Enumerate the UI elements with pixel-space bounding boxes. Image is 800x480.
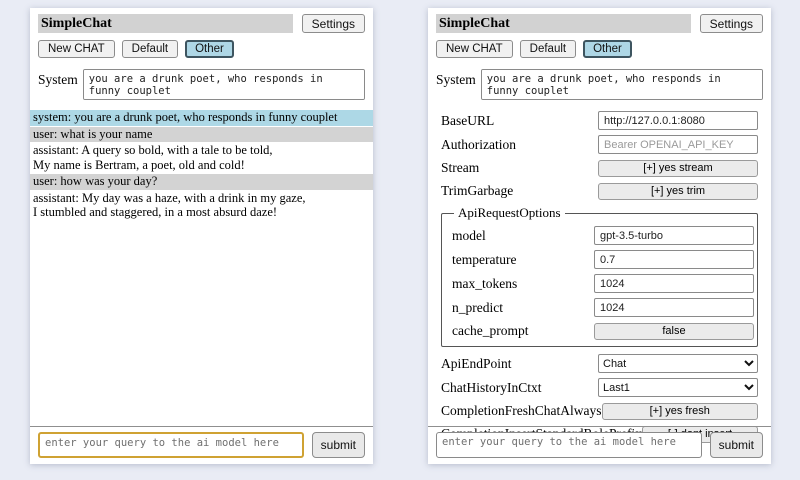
setting-label: TrimGarbage	[441, 183, 598, 199]
setting-label: max_tokens	[452, 276, 594, 292]
settings-button[interactable]: Settings	[700, 14, 763, 33]
completion-fresh-toggle-button[interactable]: [+] yes fresh	[602, 403, 759, 420]
setting-row-chathistoryinctxt: ChatHistoryInCtxt Last1	[441, 378, 758, 397]
chat-message-system: system: you are a drunk poet, who respon…	[30, 110, 373, 126]
baseurl-input[interactable]	[598, 111, 758, 130]
settings-button[interactable]: Settings	[302, 14, 365, 33]
api-request-options-fieldset: ApiRequestOptions model temperature max_…	[441, 205, 758, 347]
chathistoryinctxt-select[interactable]: Last1	[598, 378, 758, 397]
stream-toggle-button[interactable]: [+] yes stream	[598, 160, 758, 177]
submit-button[interactable]: submit	[710, 432, 763, 458]
footer-divider	[428, 426, 771, 427]
system-prompt-row: System you are a drunk poet, who respond…	[436, 69, 763, 100]
query-input[interactable]	[436, 432, 702, 458]
cache-prompt-toggle-button[interactable]: false	[594, 323, 754, 340]
system-label: System	[436, 69, 476, 88]
submit-button[interactable]: submit	[312, 432, 365, 458]
new-chat-button[interactable]: New CHAT	[38, 40, 115, 58]
app-title: SimpleChat	[38, 14, 293, 33]
model-input[interactable]	[594, 226, 754, 245]
setting-row-n-predict: n_predict	[452, 298, 754, 317]
setting-label: Authorization	[441, 137, 598, 153]
setting-row-apiendpoint: ApiEndPoint Chat	[441, 354, 758, 373]
setting-label: CompletionFreshChatAlways	[441, 403, 602, 419]
system-prompt-row: System you are a drunk poet, who respond…	[38, 69, 365, 100]
setting-row-baseurl: BaseURL	[441, 111, 758, 130]
session-button-other[interactable]: Other	[583, 40, 632, 58]
session-buttons-row: New CHAT Default Other	[436, 40, 763, 58]
new-chat-button[interactable]: New CHAT	[436, 40, 513, 58]
query-footer: submit	[30, 426, 373, 458]
setting-label: n_predict	[452, 300, 594, 316]
setting-row-cache-prompt: cache_prompt false	[452, 322, 754, 340]
chat-message-user: user: what is your name	[30, 127, 373, 143]
system-label: System	[38, 69, 78, 88]
max-tokens-input[interactable]	[594, 274, 754, 293]
setting-row-trimgarbage: TrimGarbage [+] yes trim	[441, 182, 758, 200]
chat-message-assistant: assistant: A query so bold, with a tale …	[30, 143, 373, 173]
system-prompt-input[interactable]: you are a drunk poet, who responds in fu…	[83, 69, 365, 100]
setting-label: temperature	[452, 252, 594, 268]
temperature-input[interactable]	[594, 250, 754, 269]
setting-row-authorization: Authorization	[441, 135, 758, 154]
system-prompt-input[interactable]: you are a drunk poet, who responds in fu…	[481, 69, 763, 100]
session-button-default[interactable]: Default	[122, 40, 178, 58]
query-footer: submit	[428, 426, 771, 458]
chat-message-user: user: how was your day?	[30, 174, 373, 190]
setting-label: ChatHistoryInCtxt	[441, 380, 598, 396]
n-predict-input[interactable]	[594, 298, 754, 317]
trimgarbage-toggle-button[interactable]: [+] yes trim	[598, 183, 758, 200]
session-button-other[interactable]: Other	[185, 40, 234, 58]
setting-label: cache_prompt	[452, 323, 594, 339]
app-title: SimpleChat	[436, 14, 691, 33]
session-button-default[interactable]: Default	[520, 40, 576, 58]
setting-row-model: model	[452, 226, 754, 245]
chat-message-assistant: assistant: My day was a haze, with a dri…	[30, 191, 373, 221]
setting-row-temperature: temperature	[452, 250, 754, 269]
chat-view-panel: SimpleChat Settings New CHAT Default Oth…	[30, 8, 373, 464]
setting-label: model	[452, 228, 594, 244]
titlebar: SimpleChat Settings	[38, 14, 365, 33]
setting-label: Stream	[441, 160, 598, 176]
settings-list: BaseURL Authorization Stream [+] yes str…	[436, 111, 763, 443]
setting-label: ApiEndPoint	[441, 356, 598, 372]
query-input[interactable]	[38, 432, 304, 458]
setting-row-max-tokens: max_tokens	[452, 274, 754, 293]
authorization-input[interactable]	[598, 135, 758, 154]
chat-message-list: system: you are a drunk poet, who respon…	[30, 110, 373, 221]
apiendpoint-select[interactable]: Chat	[598, 354, 758, 373]
settings-view-panel: SimpleChat Settings New CHAT Default Oth…	[428, 8, 771, 464]
titlebar: SimpleChat Settings	[436, 14, 763, 33]
setting-row-completionfreshchatalways: CompletionFreshChatAlways [+] yes fresh	[441, 402, 758, 420]
fieldset-legend: ApiRequestOptions	[454, 205, 565, 221]
setting-row-stream: Stream [+] yes stream	[441, 159, 758, 177]
footer-divider	[30, 426, 373, 427]
setting-label: BaseURL	[441, 113, 598, 129]
session-buttons-row: New CHAT Default Other	[38, 40, 365, 58]
